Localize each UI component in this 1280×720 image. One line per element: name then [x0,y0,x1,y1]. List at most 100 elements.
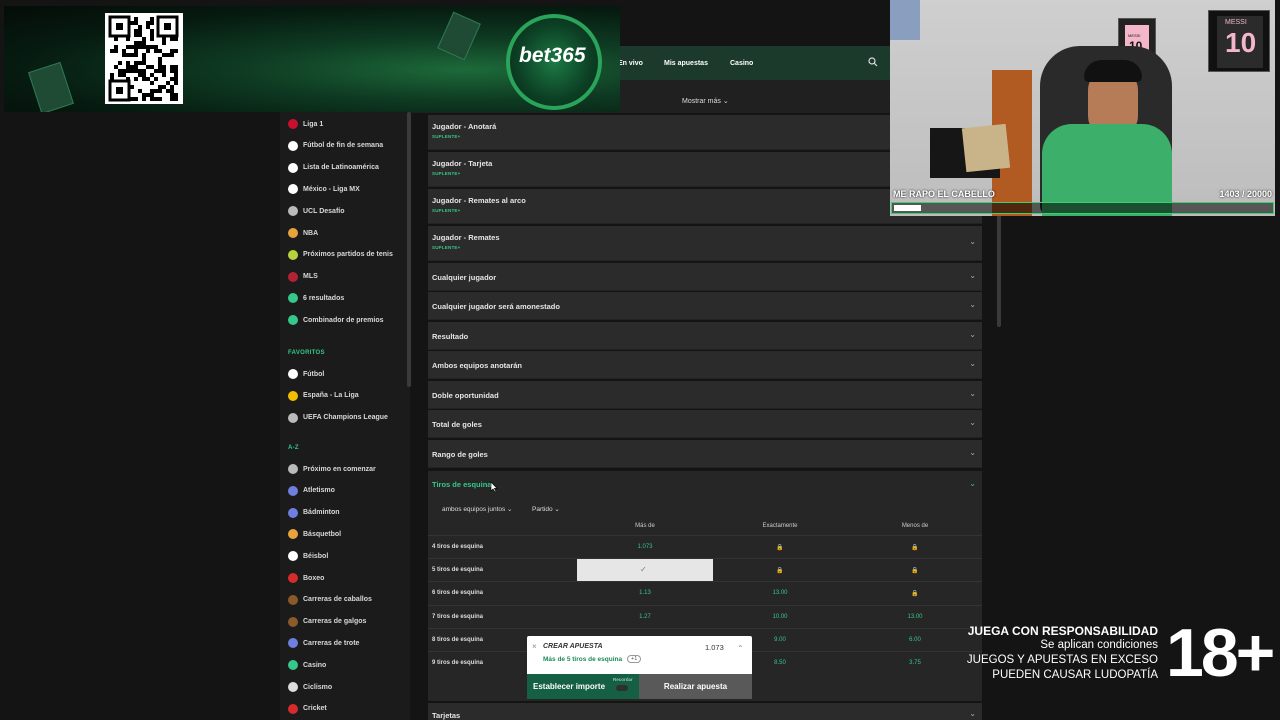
odd-value[interactable]: 6.00 [885,637,945,643]
odd-value[interactable]: 1.13 [615,590,675,596]
market-tarjetas[interactable]: Tarjetas ⌄ [428,703,982,720]
sidebar-item[interactable]: Boxeo [288,570,324,586]
sidebar-item-label: NBA [303,229,319,237]
market-row[interactable]: Total de goles ⌄ [428,410,982,438]
sidebar-item[interactable]: México - Liga MX [288,181,360,197]
nav-casino[interactable]: Casino [730,60,753,67]
selection-count-badge: +1 [627,655,642,663]
sidebar-item[interactable]: Próximo en comenzar [288,461,376,477]
sidebar-item[interactable]: Bádminton [288,505,340,521]
sidebar-item[interactable]: Cricket [288,701,327,717]
sidebar-item-label: Ciclismo [303,683,333,691]
market-row[interactable]: Jugador - Remates SUPLENTE+ ⌄ [428,226,982,261]
market-title: Resultado [432,332,469,341]
sidebar-item[interactable]: Liga 1 [288,116,323,132]
sidebar-item-label: Básquetbol [303,530,342,538]
remember-toggle[interactable] [616,685,628,691]
sidebar-item[interactable]: Fútbol [288,366,324,382]
row-label: 9 tiros de esquina [432,660,484,666]
chevron-down-icon: ⌄ [969,237,976,246]
streamer-hair [1084,60,1142,82]
sidebar-item-label: Béisbol [303,552,329,560]
remember-label: Recordar [613,677,633,682]
cricket-icon [288,703,298,714]
set-stake-label: Establecer importe [533,682,606,691]
sidebar-item[interactable]: Casino [288,657,326,673]
sidebar-item[interactable]: Béisbol [288,548,328,564]
nav-mis-apuestas[interactable]: Mis apuestas [664,60,708,67]
close-icon[interactable]: × [532,642,537,651]
sidebar-item-label: Bádminton [303,509,340,517]
sidebar-item[interactable]: Fútbol de fin de semana [288,138,383,154]
sidebar-item-label: UEFA Champions League [303,414,388,422]
lock-icon: 🔒 [776,568,784,575]
suplente-badge: SUPLENTE+ [432,134,461,139]
stream-goal-progress-bar [891,202,1274,214]
market-title: Cualquier jugador será amonestado [432,302,560,311]
market-row[interactable]: Doble oportunidad ⌄ [428,381,982,409]
set-stake-button[interactable]: Establecer importe Recordar [527,674,639,699]
sidebar-item[interactable]: Próximos partidos de tenis [288,247,393,263]
sidebar-item-label: México - Liga MX [303,185,360,193]
sidebar-item[interactable]: Carreras de trote [288,635,359,651]
odd-value[interactable]: 10.00 [750,614,810,620]
sidebar-item[interactable]: España - La Liga [288,388,359,404]
selected-odd-cell[interactable]: ✓ [577,559,713,582]
odd-value[interactable]: 1.27 [615,614,675,620]
sidebar-item[interactable]: MLS [288,269,318,285]
row-label: 7 tiros de esquina [432,613,484,620]
market-row[interactable]: Ambos equipos anotarán ⌄ [428,351,982,379]
market-row[interactable]: Cualquier jugador ⌄ [428,263,982,291]
sidebar-item[interactable]: Carreras de galgos [288,614,366,630]
odd-value[interactable]: 3.75 [885,660,945,666]
chevron-up-icon[interactable]: ⌃ [737,644,744,653]
odd-value[interactable]: 13.00 [750,590,810,596]
sidebar-item-label: Próximos partidos de tenis [303,251,393,259]
place-bet-button[interactable]: Realizar apuesta [639,674,752,699]
sidebar-item[interactable]: Ciclismo [288,679,332,695]
filter-period-dropdown[interactable]: Partido ⌄ [532,505,560,513]
sidebar-item[interactable]: Carreras de caballos [288,592,372,608]
show-more-button[interactable]: Mostrar más ⌄ [682,97,729,105]
odd-value[interactable]: 13.00 [885,614,945,620]
market-title[interactable]: Tiros de esquina [432,480,491,489]
odd-value[interactable]: 9.00 [750,637,810,643]
row-label: 6 tiros de esquina [432,590,484,597]
sidebar-item-label: Carreras de galgos [303,618,367,626]
sidebar-item[interactable]: 6 resultados [288,290,344,306]
chevron-down-icon: ⌄ [969,300,976,309]
odd-value[interactable]: 1.073 [615,544,675,550]
sidebar-item[interactable]: Lista de Latinoamérica [288,160,379,176]
market-row[interactable]: Cualquier jugador será amonestado ⌄ [428,292,982,320]
chevron-up-icon[interactable]: ⌄ [969,479,976,488]
playing-card-icon [437,11,481,61]
sidebar-item-label: MLS [303,273,318,281]
chevron-down-icon: ⌄ [969,448,976,457]
sidebar-item-label: Fútbol de fin de semana [303,142,384,150]
sidebar-scrollbar[interactable] [407,112,411,387]
running-shoe-icon [288,485,298,496]
basketball-icon [288,529,298,540]
sidebar-item[interactable]: Básquetbol [288,526,341,542]
filter-teams-dropdown[interactable]: ambos equipos juntos ⌄ [442,505,513,513]
sidebar-item[interactable]: Atletismo [288,483,335,499]
bicycle-icon [288,682,298,692]
combo-icon [288,315,298,326]
playing-card-icon [28,61,74,112]
odd-value[interactable]: 8.50 [750,660,810,666]
market-row[interactable]: Rango de goles ⌄ [428,440,982,468]
framed-jersey-right: MESSI 10 [1208,10,1270,72]
market-title: Jugador - Anotará [432,122,497,131]
row-label: 5 tiros de esquina [432,567,484,574]
baseball-icon [288,551,298,562]
market-row[interactable]: Resultado ⌄ [428,322,982,350]
table-row: ✓ 5 tiros de esquina 🔒 🔒 [428,558,982,582]
search-icon[interactable] [868,57,878,67]
sidebar-item[interactable]: NBA [288,225,318,241]
greyhound-icon [288,616,298,627]
sidebar-item[interactable]: UEFA Champions League [288,410,388,426]
sidebar-item[interactable]: Combinador de premios [288,312,384,328]
sidebar-item[interactable]: UCL Desafío [288,203,345,219]
nav-en-vivo[interactable]: En vivo [618,60,643,67]
column-header-mas: Más de [635,523,655,529]
